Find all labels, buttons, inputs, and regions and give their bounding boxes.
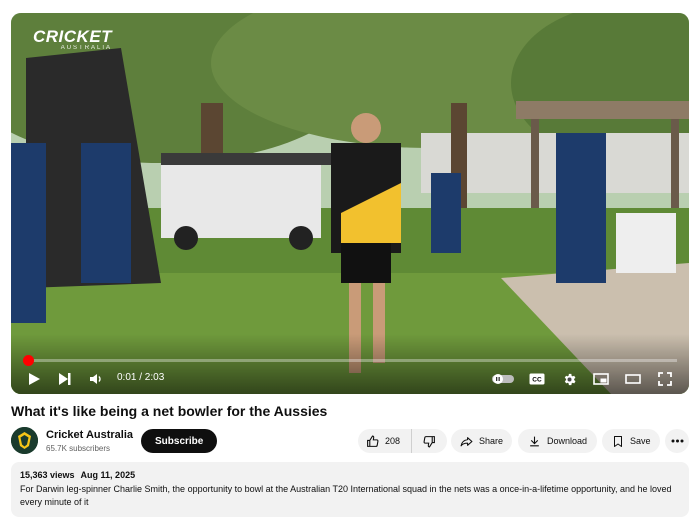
volume-icon [90,374,101,384]
svg-text:CC: CC [532,377,542,384]
channel-logo [11,427,38,454]
share-button[interactable]: Share [451,429,512,453]
volume-button[interactable] [86,370,106,388]
video-player[interactable]: CRICKET AUSTRALIA 0:01 / 2:03 CC [11,13,689,394]
subscriber-count: 65.7K subscribers [46,444,111,453]
theater-button[interactable] [623,370,643,388]
play-icon [29,373,40,385]
next-icon [59,373,71,385]
description-meta: 15,363 views Aug 11, 2025 [20,470,680,480]
like-count: 208 [385,436,401,446]
player-controls: 0:01 / 2:03 CC [11,364,689,394]
channel-avatar[interactable] [11,427,38,454]
more-actions-button[interactable] [665,429,689,453]
thumbs-up-icon [366,435,379,448]
upload-date: Aug 11, 2025 [80,470,136,480]
next-button[interactable] [55,370,75,388]
download-button[interactable]: Download [518,429,597,453]
settings-button[interactable] [559,370,579,388]
subscribe-button[interactable]: Subscribe [141,429,218,453]
autoplay-toggle[interactable] [491,370,515,388]
save-icon [612,435,624,448]
progress-bar[interactable] [23,355,677,366]
watermark-brand: CRICKET [33,27,113,46]
miniplayer-icon [593,373,609,385]
play-button[interactable] [24,370,44,388]
channel-name[interactable]: Cricket Australia [46,429,133,441]
captions-icon: CC [529,373,545,385]
miniplayer-button[interactable] [591,370,611,388]
save-button[interactable]: Save [602,429,660,453]
time-display: 0:01 / 2:03 [117,372,165,383]
captions-button[interactable]: CC [527,370,547,388]
video-title: What it's like being a net bowler for th… [11,403,328,419]
settings-icon [564,373,575,385]
fullscreen-button[interactable] [655,370,675,388]
fullscreen-icon [658,372,672,386]
like-button[interactable]: 208 [358,429,412,453]
share-icon [460,435,473,448]
description-text: For Darwin leg-spinner Charlie Smith, th… [20,484,672,507]
more-icon [671,439,684,443]
dislike-button[interactable] [412,429,447,453]
watermark-sub: AUSTRALIA [60,45,113,51]
theater-icon [625,374,641,384]
download-label: Download [547,436,588,446]
save-label: Save [630,436,651,446]
view-count: 15,363 views [20,470,75,480]
like-dislike-group: 208 [358,429,447,453]
autoplay-toggle-icon [492,374,514,384]
description-box[interactable]: 15,363 views Aug 11, 2025 For Darwin leg-… [11,462,689,517]
download-icon [528,435,541,448]
channel-watermark: CRICKET AUSTRALIA [33,27,112,51]
share-label: Share [479,436,504,446]
thumbs-down-icon [423,435,436,448]
